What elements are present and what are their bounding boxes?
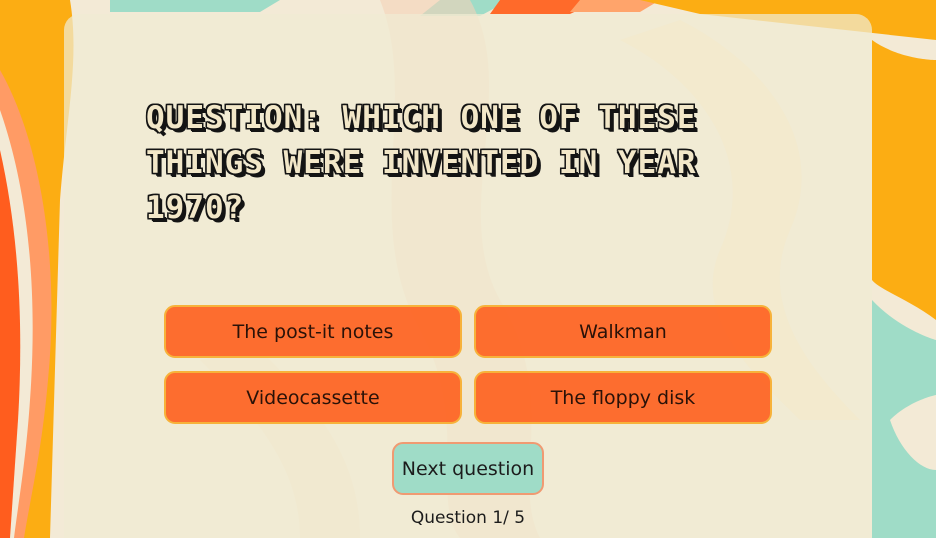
answer-button-post-it-notes[interactable]: The post-it notes xyxy=(164,305,462,358)
next-question-button[interactable]: Next question xyxy=(392,442,544,495)
question-counter: Question 1/ 5 xyxy=(410,508,526,528)
answer-button-floppy-disk[interactable]: The floppy disk xyxy=(474,371,772,424)
answer-button-walkman[interactable]: Walkman xyxy=(474,305,772,358)
answer-button-videocassette[interactable]: Videocassette xyxy=(164,371,462,424)
question-title: Question: Which one of these things were… xyxy=(146,100,697,226)
